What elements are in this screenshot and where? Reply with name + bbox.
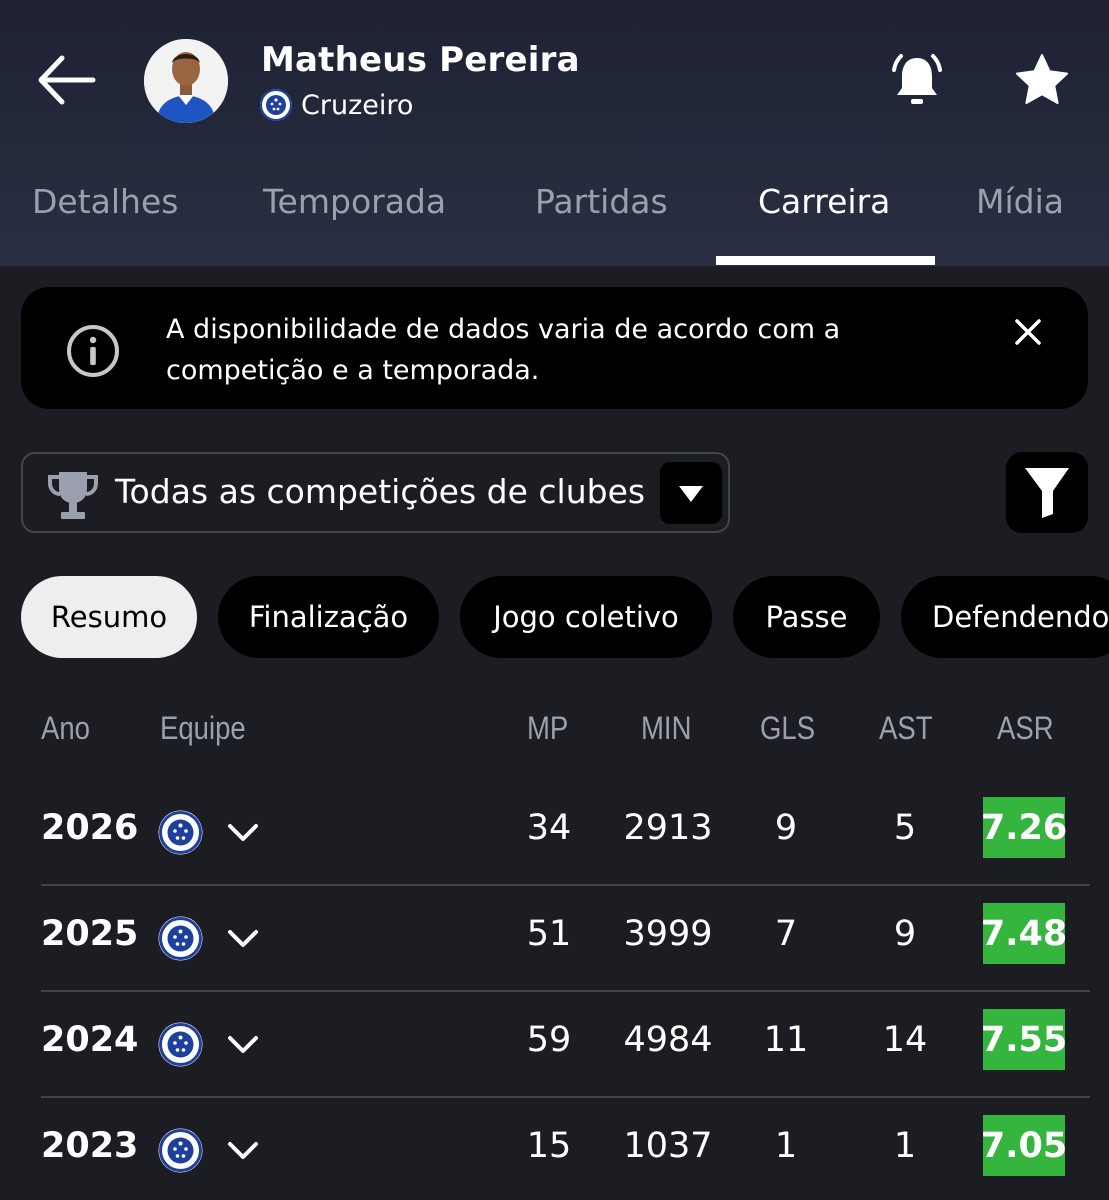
table-row[interactable]: 2025 51 3999 7 9 7.48 [0,886,1109,992]
row-year: 2024 [41,1020,139,1060]
row-year: 2025 [41,914,139,954]
competition-label: Todas as competições de clubes [115,472,646,511]
tab-bar: Detalhes Temporada Partidas Carreira Míd… [0,172,1109,266]
team-name: Cruzeiro [301,89,414,121]
chip-defendendo[interactable]: Defendendo [901,576,1109,658]
club-crest-icon [158,1022,203,1067]
caret-down-icon [679,486,703,502]
tab-partidas[interactable]: Partidas [535,182,668,221]
chevron-down-icon[interactable] [225,1135,261,1165]
row-min: 2913 [623,808,713,848]
row-mp: 51 [526,914,572,954]
table-row[interactable]: 2026 34 2913 9 5 7.26 [0,780,1109,886]
row-ast: 14 [882,1020,928,1060]
col-asr: ASR [997,710,1054,746]
close-icon[interactable] [1011,315,1045,349]
rating-badge: 7.48 [981,903,1067,964]
row-ast: 1 [893,1126,917,1166]
info-banner: A disponibilidade de dados varia de acor… [21,287,1088,409]
chevron-down-icon[interactable] [225,923,261,953]
col-gls: GLS [760,710,816,746]
row-year: 2026 [41,808,139,848]
favorite-button[interactable] [1012,52,1072,108]
row-gls: 11 [763,1020,809,1060]
rating-badge: 7.26 [981,797,1067,858]
col-mp: MP [527,710,569,746]
col-equipe: Equipe [160,710,246,746]
player-team[interactable]: Cruzeiro [259,86,413,124]
filter-icon [1025,468,1069,518]
row-min: 4984 [623,1020,713,1060]
chip-jogo-coletivo[interactable]: Jogo coletivo [460,576,712,658]
chip-finalizacao[interactable]: Finalização [218,576,439,658]
row-mp: 59 [526,1020,572,1060]
info-line-2: competição e a temporada. [166,355,540,386]
stat-category-chips: Resumo Finalização Jogo coletivo Passe D… [0,576,1109,658]
arrow-left-icon [38,55,96,105]
row-mp: 34 [526,808,572,848]
bell-icon [892,54,942,104]
tab-midia[interactable]: Mídia [976,182,1064,221]
notifications-button[interactable] [886,50,948,112]
club-crest-icon [158,810,203,855]
col-ast: AST [879,710,933,746]
row-min: 1037 [623,1126,713,1166]
row-ast: 5 [893,808,917,848]
trophy-icon [48,472,98,519]
info-icon [67,325,119,377]
player-header: Matheus Pereira Cruzeiro Detalhes Tempor… [0,0,1109,266]
info-message: A disponibilidade de dados varia de acor… [166,309,926,391]
chevron-down-icon[interactable] [225,1029,261,1059]
row-min: 3999 [623,914,713,954]
row-gls: 7 [774,914,798,954]
back-button[interactable] [36,52,98,108]
col-ano: Ano [41,710,90,746]
filter-button[interactable] [1006,452,1088,533]
dropdown-toggle[interactable] [660,462,722,524]
chevron-down-icon[interactable] [225,817,261,847]
col-min: MIN [641,710,692,746]
tab-carreira[interactable]: Carreira [758,182,890,221]
row-ast: 9 [893,914,917,954]
info-line-1: A disponibilidade de dados varia de acor… [166,314,841,345]
chip-passe[interactable]: Passe [733,576,880,658]
table-row[interactable]: 2023 15 1037 1 1 7.05 [0,1098,1109,1200]
row-mp: 15 [526,1126,572,1166]
club-crest-icon [260,89,292,121]
row-gls: 1 [774,1126,798,1166]
row-year: 2023 [41,1126,139,1166]
star-icon [1016,54,1068,104]
club-crest-icon [158,916,203,961]
active-tab-indicator [716,256,935,265]
player-name: Matheus Pereira [261,40,580,80]
chip-resumo[interactable]: Resumo [21,576,197,658]
table-row[interactable]: 2024 59 4984 11 14 7.55 [0,992,1109,1098]
tab-temporada[interactable]: Temporada [263,182,446,221]
player-avatar [144,39,228,123]
rating-badge: 7.05 [981,1115,1067,1176]
club-crest-icon [158,1128,203,1173]
row-gls: 9 [774,808,798,848]
tab-detalhes[interactable]: Detalhes [32,182,178,221]
competition-dropdown[interactable]: Todas as competições de clubes [21,452,730,533]
rating-badge: 7.55 [981,1009,1067,1070]
